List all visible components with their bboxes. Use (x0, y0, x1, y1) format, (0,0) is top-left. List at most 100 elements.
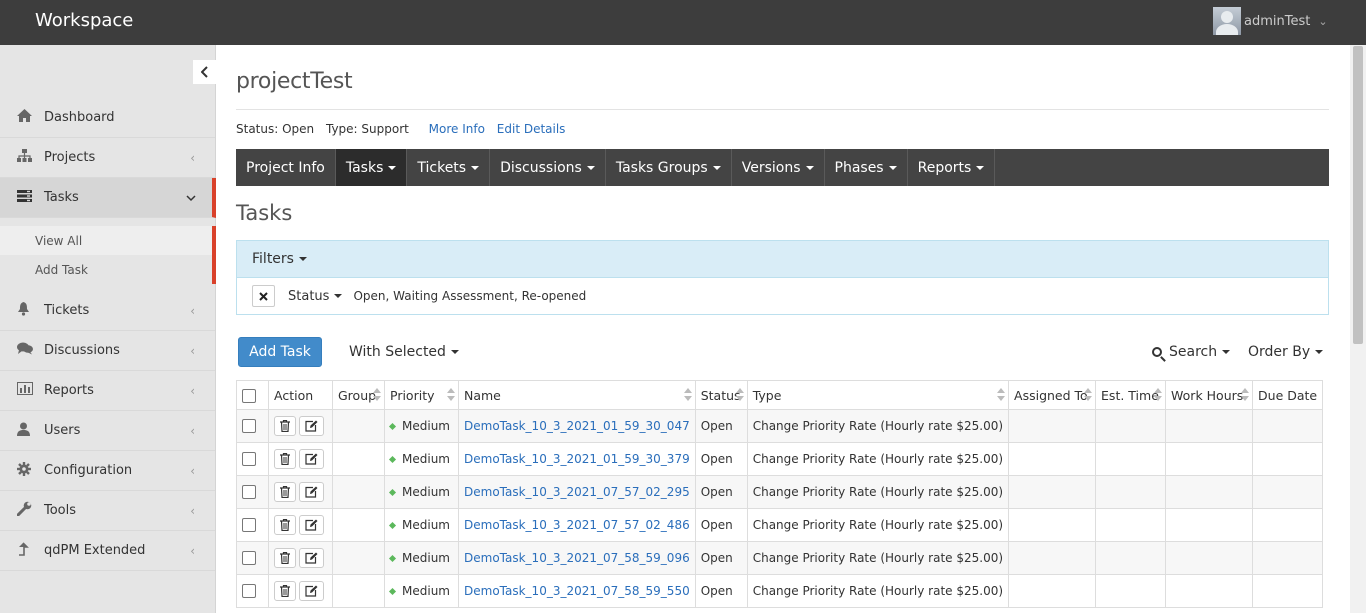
delete-button[interactable] (274, 416, 296, 436)
task-name-link[interactable]: DemoTask_10_3_2021_01_59_30_047 (464, 419, 690, 433)
sidebar-item-label: Projects (44, 150, 96, 165)
delete-button[interactable] (274, 515, 296, 535)
row-checkbox[interactable] (242, 518, 256, 533)
column-header-work-hours[interactable]: Work Hours (1165, 380, 1254, 410)
edit-button[interactable] (299, 581, 324, 601)
column-header-due-date[interactable]: Due Date (1252, 380, 1324, 410)
edit-details-link[interactable]: Edit Details (497, 122, 566, 136)
sidebar-item-label: Configuration (44, 463, 133, 478)
row-actions (268, 508, 333, 542)
divider (236, 109, 1329, 110)
tab-reports[interactable]: Reports (908, 149, 996, 186)
status-cell: Open (694, 508, 748, 542)
edit-button[interactable] (299, 449, 324, 469)
sidebar-subitem-add-task[interactable]: Add Task (0, 255, 216, 284)
tab-tasks-groups[interactable]: Tasks Groups (606, 149, 732, 186)
column-header-name[interactable]: Name (458, 380, 696, 410)
type-cell: Change Priority Rate (Hourly rate $25.00… (746, 508, 1010, 542)
column-header-priority[interactable]: Priority (384, 380, 459, 410)
filters-toggle[interactable]: Filters (237, 241, 1328, 278)
project-status: Status: Open (236, 122, 315, 136)
row-checkbox-cell (236, 409, 269, 443)
sidebar-item-configuration[interactable]: Configuration ‹ (0, 451, 215, 491)
sidebar-collapse-button[interactable] (193, 60, 216, 84)
row-checkbox[interactable] (242, 551, 256, 566)
priority-indicator-icon (388, 554, 397, 563)
project-tabs: Project Info Tasks Tickets Discussions T… (236, 149, 1329, 186)
edit-button[interactable] (299, 416, 324, 436)
user-menu[interactable]: adminTest ⌄ (1213, 7, 1328, 35)
sidebar-item-tools[interactable]: Tools ‹ (0, 491, 215, 531)
row-checkbox[interactable] (242, 485, 256, 500)
sidebar-item-dashboard[interactable]: Dashboard (0, 98, 215, 138)
edit-button[interactable] (299, 482, 324, 502)
search-dropdown[interactable]: Search (1152, 344, 1231, 360)
column-header-est-time[interactable]: Est. Time (1095, 380, 1167, 410)
sidebar-subitem-view-all[interactable]: View All (0, 226, 216, 255)
column-header-status[interactable]: Status (694, 380, 748, 410)
est-time-cell (1095, 475, 1167, 509)
row-checkbox[interactable] (242, 419, 256, 434)
table-header-row: Action Group Priority Name Status Type A… (236, 380, 1324, 410)
column-header-group[interactable]: Group (332, 380, 385, 410)
order-by-dropdown[interactable]: Order By (1248, 344, 1324, 360)
row-checkbox-cell (236, 574, 269, 608)
sidebar-item-qdpm-extended[interactable]: qdPM Extended ‹ (0, 531, 215, 571)
column-header-assigned-to[interactable]: Assigned To (1008, 380, 1097, 410)
sidebar-item-users[interactable]: Users ‹ (0, 411, 215, 451)
filter-field-dropdown[interactable]: Status (288, 289, 343, 304)
chevron-down-icon: ⌄ (1318, 14, 1328, 28)
sort-icon (1154, 388, 1163, 402)
task-name-link[interactable]: DemoTask_10_3_2021_07_57_02_295 (464, 485, 690, 499)
more-info-link[interactable]: More Info (429, 122, 485, 136)
task-name-link[interactable]: DemoTask_10_3_2021_07_57_02_486 (464, 518, 690, 532)
sidebar-item-label: Tickets (44, 303, 90, 318)
tab-phases[interactable]: Phases (825, 149, 908, 186)
due-date-cell (1252, 541, 1324, 575)
with-selected-dropdown[interactable]: With Selected (349, 344, 459, 360)
tab-project-info[interactable]: Project Info (236, 149, 336, 186)
delete-button[interactable] (274, 482, 296, 502)
task-name-link[interactable]: DemoTask_10_3_2021_07_58_59_550 (464, 584, 690, 598)
chevron-left-icon: ‹ (190, 150, 195, 165)
sidebar-item-label: Discussions (44, 343, 120, 358)
sidebar-item-tasks[interactable]: Tasks (0, 178, 216, 218)
remove-filter-button[interactable] (252, 285, 275, 307)
task-name-link[interactable]: DemoTask_10_3_2021_07_58_59_096 (464, 551, 690, 565)
tab-discussions[interactable]: Discussions (490, 149, 606, 186)
home-icon (0, 109, 44, 126)
caret-down-icon (1315, 350, 1324, 354)
bar-chart-icon (0, 382, 44, 399)
comments-icon (0, 342, 44, 359)
row-checkbox[interactable] (242, 584, 256, 599)
trash-icon (280, 420, 290, 432)
delete-button[interactable] (274, 449, 296, 469)
sort-icon (683, 388, 692, 402)
edit-button[interactable] (299, 548, 324, 568)
task-name-link[interactable]: DemoTask_10_3_2021_01_59_30_379 (464, 452, 690, 466)
sort-icon (1084, 388, 1093, 402)
sidebar-item-projects[interactable]: Projects ‹ (0, 138, 215, 178)
delete-button[interactable] (274, 581, 296, 601)
gear-icon (0, 461, 44, 480)
tab-tasks[interactable]: Tasks (335, 149, 408, 186)
sidebar-item-reports[interactable]: Reports ‹ (0, 371, 215, 411)
column-header-type[interactable]: Type (746, 380, 1010, 410)
row-checkbox[interactable] (242, 452, 256, 467)
add-task-button[interactable]: Add Task (238, 337, 322, 367)
edit-button[interactable] (299, 515, 324, 535)
select-all-checkbox[interactable] (242, 388, 256, 403)
sidebar-item-discussions[interactable]: Discussions ‹ (0, 331, 215, 371)
assigned-to-cell (1008, 475, 1097, 509)
type-cell: Change Priority Rate (Hourly rate $25.00… (746, 409, 1010, 443)
tab-tickets[interactable]: Tickets (407, 149, 491, 186)
delete-button[interactable] (274, 548, 296, 568)
caret-down-icon (334, 294, 343, 298)
scrollbar-thumb[interactable] (1353, 46, 1363, 344)
tab-versions[interactable]: Versions (732, 149, 825, 186)
chevron-left-icon: ‹ (190, 503, 195, 518)
sidebar-item-tickets[interactable]: Tickets ‹ (0, 291, 215, 331)
app-title[interactable]: Workspace (35, 10, 133, 31)
caret-down-icon (1222, 350, 1231, 354)
section-title: Tasks (236, 201, 293, 225)
